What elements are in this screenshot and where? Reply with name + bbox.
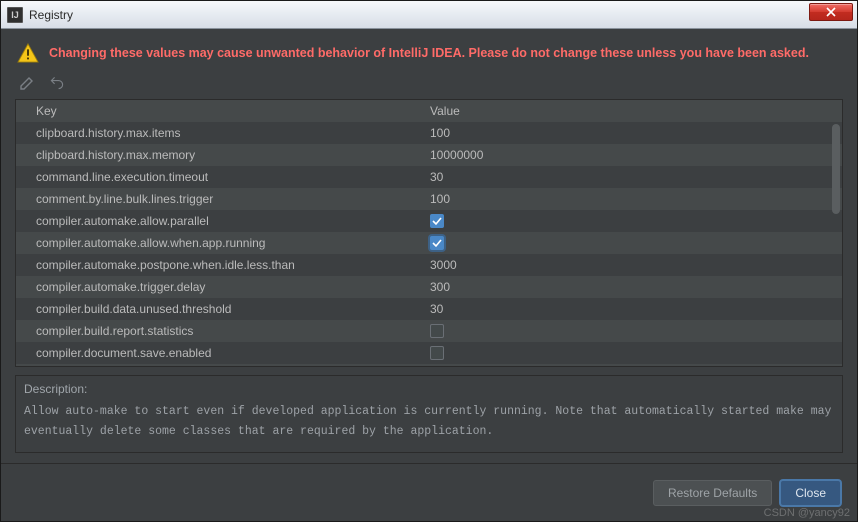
toolbar [1, 73, 857, 99]
cell-key: compiler.automake.allow.when.app.running [16, 236, 422, 250]
revert-button[interactable] [47, 73, 67, 93]
cell-value[interactable]: 10000000 [422, 148, 842, 162]
close-icon [826, 7, 836, 17]
app-icon: IJ [7, 7, 23, 23]
restore-defaults-button[interactable]: Restore Defaults [653, 480, 772, 506]
column-header-key[interactable]: Key [16, 104, 422, 118]
cell-value[interactable]: 100 [422, 192, 842, 206]
table-row[interactable]: compiler.document.save.trigger.delay1500 [16, 364, 842, 366]
cell-value[interactable]: 30 [422, 302, 842, 316]
table-row[interactable]: clipboard.history.max.memory10000000 [16, 144, 842, 166]
cell-value[interactable] [422, 236, 842, 250]
table-row[interactable]: compiler.automake.trigger.delay300 [16, 276, 842, 298]
warning-icon [17, 43, 39, 63]
warning-text: Changing these values may cause unwanted… [49, 46, 809, 60]
checkbox[interactable] [430, 214, 444, 228]
cell-key: compiler.automake.allow.parallel [16, 214, 422, 228]
cell-key: compiler.build.report.statistics [16, 324, 422, 338]
window-title: Registry [29, 8, 73, 22]
cell-key: comment.by.line.bulk.lines.trigger [16, 192, 422, 206]
table-row[interactable]: compiler.build.data.unused.threshold30 [16, 298, 842, 320]
description-text: Allow auto-make to start even if develop… [24, 402, 834, 441]
table-row[interactable]: compiler.automake.allow.when.app.running [16, 232, 842, 254]
description-panel: Description: Allow auto-make to start ev… [15, 375, 843, 453]
dialog-footer: Restore Defaults Close [1, 463, 857, 521]
window-close-button[interactable] [809, 3, 853, 21]
titlebar: IJ Registry [1, 1, 857, 29]
registry-table: Key Value clipboard.history.max.items100… [15, 99, 843, 367]
cell-key: compiler.build.data.unused.threshold [16, 302, 422, 316]
cell-value[interactable]: 30 [422, 170, 842, 184]
cell-key: compiler.automake.postpone.when.idle.les… [16, 258, 422, 272]
cell-value[interactable]: 300 [422, 280, 842, 294]
edit-button[interactable] [17, 73, 37, 93]
warning-banner: Changing these values may cause unwanted… [1, 29, 857, 73]
close-button[interactable]: Close [780, 480, 841, 506]
table-row[interactable]: compiler.document.save.enabled [16, 342, 842, 364]
cell-key: compiler.document.save.enabled [16, 346, 422, 360]
cell-value[interactable] [422, 214, 842, 228]
table-body: clipboard.history.max.items100clipboard.… [16, 122, 842, 366]
column-header-value[interactable]: Value [422, 104, 842, 118]
undo-icon [49, 75, 65, 91]
table-row[interactable]: comment.by.line.bulk.lines.trigger100 [16, 188, 842, 210]
table-row[interactable]: compiler.build.report.statistics [16, 320, 842, 342]
table-row[interactable]: clipboard.history.max.items100 [16, 122, 842, 144]
cell-key: command.line.execution.timeout [16, 170, 422, 184]
cell-value[interactable] [422, 324, 842, 338]
table-row[interactable]: compiler.automake.allow.parallel [16, 210, 842, 232]
checkbox[interactable] [430, 346, 444, 360]
cell-value[interactable]: 100 [422, 126, 842, 140]
description-label: Description: [24, 382, 834, 396]
cell-key: compiler.automake.trigger.delay [16, 280, 422, 294]
checkbox[interactable] [430, 236, 444, 250]
cell-value[interactable] [422, 346, 842, 360]
table-row[interactable]: command.line.execution.timeout30 [16, 166, 842, 188]
cell-key: clipboard.history.max.memory [16, 148, 422, 162]
table-row[interactable]: compiler.automake.postpone.when.idle.les… [16, 254, 842, 276]
pencil-icon [19, 75, 35, 91]
vertical-scrollbar[interactable] [832, 124, 840, 214]
cell-value[interactable]: 3000 [422, 258, 842, 272]
table-header: Key Value [16, 100, 842, 122]
cell-key: compiler.document.save.trigger.delay [16, 364, 422, 366]
checkbox[interactable] [430, 324, 444, 338]
cell-key: clipboard.history.max.items [16, 126, 422, 140]
cell-value[interactable]: 1500 [422, 364, 842, 366]
